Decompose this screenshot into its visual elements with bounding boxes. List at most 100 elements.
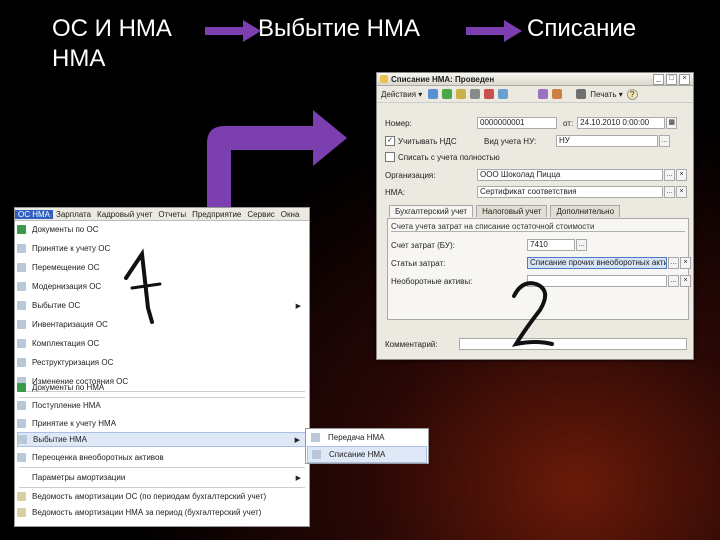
menu-item-label: Перемещение ОС: [32, 263, 100, 272]
document-icon: [17, 339, 26, 348]
select-button[interactable]: …: [664, 186, 675, 198]
window-title: Списание НМА: Проведен: [391, 74, 495, 84]
menu-item-label: Выбытие ОС: [32, 301, 81, 310]
menu-item-os-documents[interactable]: Документы по ОС: [17, 223, 307, 236]
settings-icon: [17, 473, 26, 482]
minimize-icon[interactable]: _: [653, 73, 664, 85]
close-icon[interactable]: ×: [679, 73, 690, 85]
arrow-right-icon: [205, 20, 261, 42]
menubar-salary[interactable]: Зарплата: [53, 210, 94, 219]
handwritten-number-2: 2: [511, 281, 554, 347]
print-menu-button[interactable]: Печать ▾: [590, 90, 622, 99]
journal-icon: [17, 383, 26, 392]
chevron-right-icon: ▶: [295, 474, 301, 482]
menubar-hr[interactable]: Кадровый учет: [94, 210, 155, 219]
menu-item-label: Ведомость амортизации ОС (по периодам бу…: [32, 492, 267, 501]
window-toolbar: Действия ▾ Печать ▾ ?: [377, 86, 693, 103]
section-header: Счета учета затрат на списание остаточно…: [391, 222, 685, 232]
vat-label: Учитывать НДС: [398, 136, 457, 146]
calendar-icon[interactable]: ▦: [666, 117, 678, 129]
submenu-item-nma-transfer[interactable]: Передача НМА: [307, 430, 427, 445]
curved-arrow-icon: [207, 110, 347, 213]
chevron-right-icon: ▶: [295, 302, 301, 310]
expenses-field[interactable]: Списание прочих внеоборотных активов фин: [527, 257, 667, 269]
structure-icon[interactable]: [470, 89, 481, 99]
tab-additional[interactable]: Дополнительно: [550, 205, 621, 217]
document-icon: [17, 263, 26, 272]
select-button[interactable]: …: [668, 275, 679, 287]
writeoff-fully-label: Списать с учета полностью: [398, 152, 500, 162]
menu-item-label: Документы по ОС: [32, 225, 99, 234]
menubar-windows[interactable]: Окна: [278, 210, 303, 219]
copy-icon[interactable]: [498, 89, 509, 99]
actions-menu-button[interactable]: Действия ▾: [381, 90, 422, 99]
main-menubar: ОС НМА Зарплата Кадровый учет Отчеты Пре…: [15, 208, 309, 221]
clear-icon[interactable]: ×: [676, 169, 687, 181]
select-button[interactable]: …: [664, 169, 675, 181]
vat-checkbox[interactable]: ✓: [385, 136, 395, 146]
document-icon: [17, 358, 26, 367]
menu-item-label: Инвентаризация ОС: [32, 320, 108, 329]
document-icon: [17, 419, 26, 428]
clear-icon[interactable]: ×: [676, 186, 687, 198]
menu-item-os-assembly[interactable]: Комплектация ОС: [17, 337, 307, 350]
document-icon: [17, 320, 26, 329]
refresh-icon[interactable]: [456, 89, 467, 99]
organization-field[interactable]: ООО Шоколад Пицца: [477, 169, 663, 181]
slide-title-writeoff: Списание: [527, 15, 637, 42]
report-icon: [17, 508, 26, 517]
document-icon: [380, 75, 388, 83]
cost-account-label: Счет затрат (БУ):: [391, 240, 455, 250]
maximize-icon[interactable]: □: [666, 73, 677, 85]
dt-kt-icon[interactable]: [484, 89, 495, 99]
submenu-item-nma-writeoff[interactable]: Списание НМА: [307, 446, 427, 463]
print-icon[interactable]: [576, 89, 587, 99]
writeoff-fully-checkbox[interactable]: [385, 152, 395, 162]
account-type-field[interactable]: НУ: [556, 135, 658, 147]
document-icon: [17, 282, 26, 291]
help-button[interactable]: ?: [626, 88, 638, 100]
comment-label: Комментарий:: [385, 339, 438, 349]
clear-icon[interactable]: ×: [680, 257, 691, 269]
menubar-enterprise[interactable]: Предприятие: [189, 210, 244, 219]
slide-title-os-nma: ОС И НМА НМА: [52, 15, 172, 72]
menu-item-depreciation-params[interactable]: Параметры амортизации ▶: [17, 471, 307, 484]
select-button[interactable]: …: [668, 257, 679, 269]
tab-accounting[interactable]: Бухгалтерский учет: [389, 205, 474, 217]
menu-item-nma-depreciation-report[interactable]: Ведомость амортизации НМА за период (бух…: [17, 506, 307, 519]
comment-field[interactable]: [459, 338, 687, 350]
menu-item-revaluation[interactable]: Переоценка внеоборотных активов: [17, 451, 307, 464]
menu-item-label: Ведомость амортизации НМА за период (бух…: [32, 508, 262, 517]
document-icon: [312, 450, 321, 459]
cost-account-field[interactable]: 7410: [527, 239, 575, 251]
nma-disposal-submenu: Передача НМА Списание НМА: [305, 428, 429, 464]
document-icon: [18, 435, 27, 444]
post-icon[interactable]: [442, 89, 453, 99]
nma-field[interactable]: Сертификат соответствия: [477, 186, 663, 198]
menu-item-nma-documents[interactable]: Документы по НМА: [17, 381, 307, 394]
clear-icon[interactable]: ×: [680, 275, 691, 287]
menu-item-label: Принятие к учету ОС: [32, 244, 111, 253]
menu-separator: [19, 467, 305, 468]
save-icon[interactable]: [428, 89, 439, 99]
menubar-os-nma[interactable]: ОС НМА: [15, 209, 53, 219]
select-button[interactable]: …: [576, 239, 587, 251]
menubar-reports[interactable]: Отчеты: [155, 210, 189, 219]
report-icon[interactable]: [552, 89, 563, 99]
menu-item-label: Принятие к учету НМА: [32, 419, 117, 428]
select-button[interactable]: …: [659, 135, 670, 147]
journal-icon: [17, 225, 26, 234]
number-field[interactable]: 0000000001: [477, 117, 557, 129]
menubar-service[interactable]: Сервис: [244, 210, 277, 219]
date-field[interactable]: 24.10.2010 0:00:00: [577, 117, 666, 129]
menu-item-os-restructuring[interactable]: Реструктуризация ОС: [17, 356, 307, 369]
menu-item-nma-disposal[interactable]: Выбытие НМА ▶: [17, 432, 307, 447]
tab-tax[interactable]: Налоговый учет: [476, 205, 548, 217]
table-icon[interactable]: [538, 89, 549, 99]
menu-item-os-depreciation-report[interactable]: Ведомость амортизации ОС (по периодам бу…: [17, 490, 307, 503]
handwritten-number-1: 1: [124, 248, 162, 324]
menu-item-nma-receipt[interactable]: Поступление НМА: [17, 399, 307, 412]
nma-label: НМА:: [385, 187, 405, 197]
document-icon: [17, 301, 26, 310]
menu-item-nma-acceptance[interactable]: Принятие к учету НМА: [17, 417, 307, 430]
